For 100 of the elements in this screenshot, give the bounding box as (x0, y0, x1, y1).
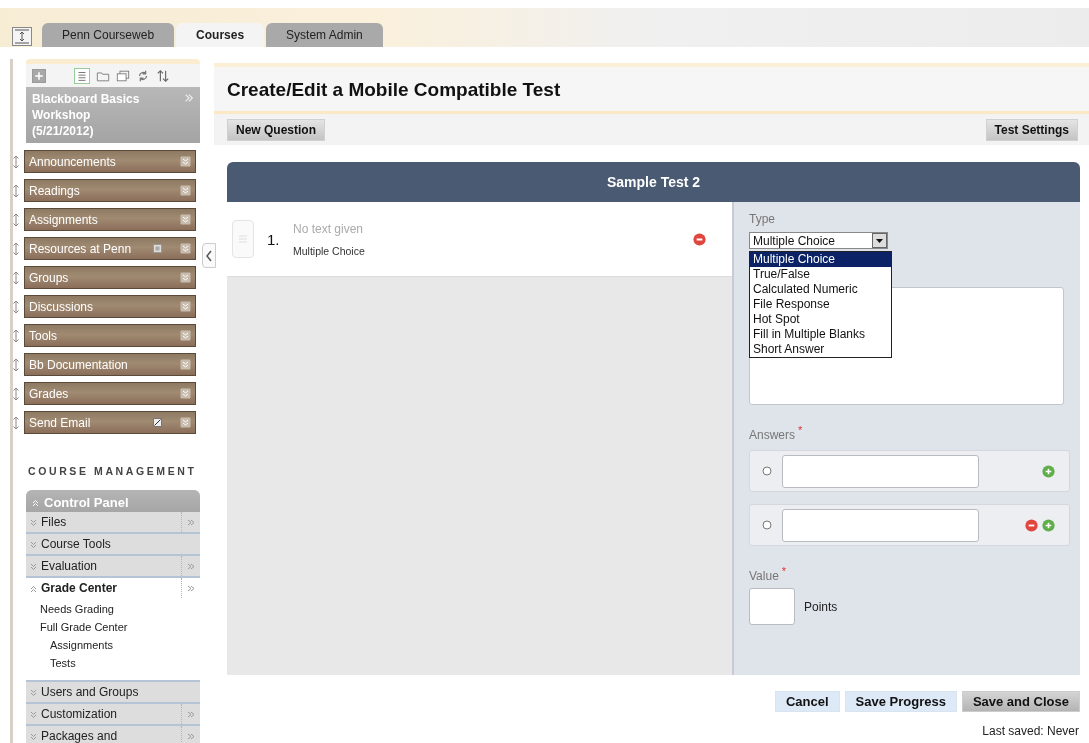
dropdown-option[interactable]: Hot Spot (750, 312, 891, 327)
drag-handle-icon[interactable] (12, 154, 20, 169)
required-mark: * (798, 424, 803, 436)
chevron-down-icon (30, 518, 37, 526)
control-panel-item[interactable]: Customization (26, 706, 181, 722)
drag-handle-icon[interactable] (12, 299, 20, 314)
collapse-button[interactable] (202, 243, 216, 268)
course-menu-item[interactable]: Groups (24, 266, 196, 289)
drag-handle-icon[interactable] (12, 241, 20, 256)
submenu-link[interactable]: Full Grade Center (40, 618, 200, 636)
chevron-down-icon (180, 301, 191, 312)
test-title: Sample Test 2 (227, 162, 1080, 202)
course-menu-item[interactable]: Resources at Penn (24, 237, 196, 260)
chevron-down-icon (180, 272, 191, 283)
secondary-button[interactable]: Cancel (774, 691, 840, 712)
required-mark: * (781, 565, 787, 577)
control-panel-item[interactable]: Packages and (26, 728, 181, 743)
answers-label: Answers (749, 428, 795, 442)
test-settings-button[interactable]: Test Settings (985, 119, 1078, 141)
question-type: Multiple Choice (293, 244, 366, 257)
nav-tab[interactable]: Penn Courseweb (42, 23, 175, 47)
double-chevron-icon[interactable] (187, 584, 195, 592)
edit-box-icon (153, 418, 162, 427)
course-menu-item[interactable]: Discussions (24, 295, 196, 318)
type-label: Type (749, 212, 776, 226)
add-icon[interactable] (1042, 518, 1055, 532)
dropdown-option[interactable]: Short Answer (750, 342, 891, 357)
add-button[interactable] (32, 68, 46, 83)
drag-handle-icon[interactable] (12, 270, 20, 285)
double-chevron-icon[interactable] (187, 710, 195, 718)
add-icon[interactable] (1042, 464, 1055, 478)
course-menu-item[interactable]: Tools (24, 324, 196, 347)
secondary-button[interactable]: Save Progress (844, 691, 957, 712)
radio-button[interactable] (762, 520, 772, 530)
control-panel-item[interactable]: Users and Groups (26, 684, 200, 700)
question-text: No text given (293, 221, 365, 236)
radio-button[interactable] (762, 466, 772, 476)
primary-button[interactable]: Save and Close (961, 691, 1080, 712)
chevron-down-icon (180, 185, 191, 196)
control-panel-item[interactable]: Files (26, 514, 181, 530)
question-number: 1. (267, 230, 281, 248)
chevron-down-icon (180, 330, 191, 341)
double-chevron-icon[interactable] (187, 562, 195, 570)
dropdown-option[interactable]: Calculated Numeric (750, 282, 891, 297)
points-label: Points (804, 599, 838, 614)
window-icon[interactable] (116, 68, 130, 83)
drag-handle-icon[interactable] (12, 357, 20, 372)
chevron-down-icon (180, 156, 191, 167)
double-chevron-icon[interactable] (187, 518, 195, 526)
chevron-down-icon (180, 243, 191, 254)
chevron-down-icon (30, 540, 37, 548)
panel-title: Control Panel (44, 495, 129, 510)
question-row[interactable]: 1. No text given Multiple Choice (227, 202, 732, 277)
drag-handle-icon[interactable] (12, 328, 20, 343)
new-question-button[interactable]: New Question (227, 119, 325, 141)
remove-icon[interactable] (693, 232, 706, 246)
dropdown-option[interactable]: File Response (750, 297, 891, 312)
drag-handle[interactable] (232, 220, 254, 258)
double-chevron-icon[interactable] (187, 732, 195, 740)
square-icon (153, 244, 162, 253)
course-menu-item[interactable]: Grades (24, 382, 196, 405)
nav-tab[interactable]: System Admin (266, 23, 383, 47)
submenu-link[interactable]: Assignments (50, 636, 200, 654)
chevron-down-icon (180, 417, 191, 428)
last-saved-text: Last saved: Never (982, 724, 1079, 738)
course-menu-item[interactable]: Assignments (24, 208, 196, 231)
answer-field[interactable] (782, 508, 979, 542)
chevron-left-icon (205, 249, 213, 262)
chevron-down-icon (30, 732, 37, 740)
points-field[interactable] (749, 588, 795, 625)
nav-tab[interactable]: Courses (176, 23, 265, 47)
value-label: Value (749, 569, 779, 583)
dropdown-option[interactable]: True/False (750, 267, 891, 282)
submenu-link[interactable]: Needs Grading (40, 600, 200, 618)
remove-icon[interactable] (1025, 518, 1038, 532)
chevron-down-icon (30, 710, 37, 718)
course-menu-item[interactable]: Send Email (24, 411, 196, 434)
list-view-icon[interactable] (74, 67, 90, 84)
chevron-down-icon (180, 359, 191, 370)
course-menu-item[interactable]: Bb Documentation (24, 353, 196, 376)
answer-field[interactable] (782, 454, 979, 488)
refresh-icon[interactable] (136, 68, 150, 83)
dropdown-option[interactable]: Multiple Choice (750, 252, 891, 267)
course-menu-item[interactable]: Announcements (24, 150, 196, 173)
dropdown-option[interactable]: Fill in Multiple Blanks (750, 327, 891, 342)
section-heading: COURSE MANAGEMENT (28, 464, 198, 478)
submenu-link[interactable]: Tests (50, 654, 200, 672)
chevron-down-icon (180, 214, 191, 225)
expand-icon[interactable] (12, 27, 32, 46)
control-panel-item[interactable]: Evaluation (26, 558, 181, 574)
drag-handle-icon[interactable] (12, 183, 20, 198)
control-panel-item[interactable]: Course Tools (26, 536, 200, 552)
drag-handle-icon[interactable] (12, 415, 20, 430)
type-dropdown[interactable]: Multiple Choice (749, 232, 888, 249)
chevron-down-icon (180, 388, 191, 399)
course-menu-item[interactable]: Readings (24, 179, 196, 202)
drag-handle-icon[interactable] (12, 212, 20, 227)
drag-handle-icon[interactable] (12, 386, 20, 401)
sort-icon[interactable] (156, 68, 170, 83)
chevron-down-icon (30, 688, 37, 696)
